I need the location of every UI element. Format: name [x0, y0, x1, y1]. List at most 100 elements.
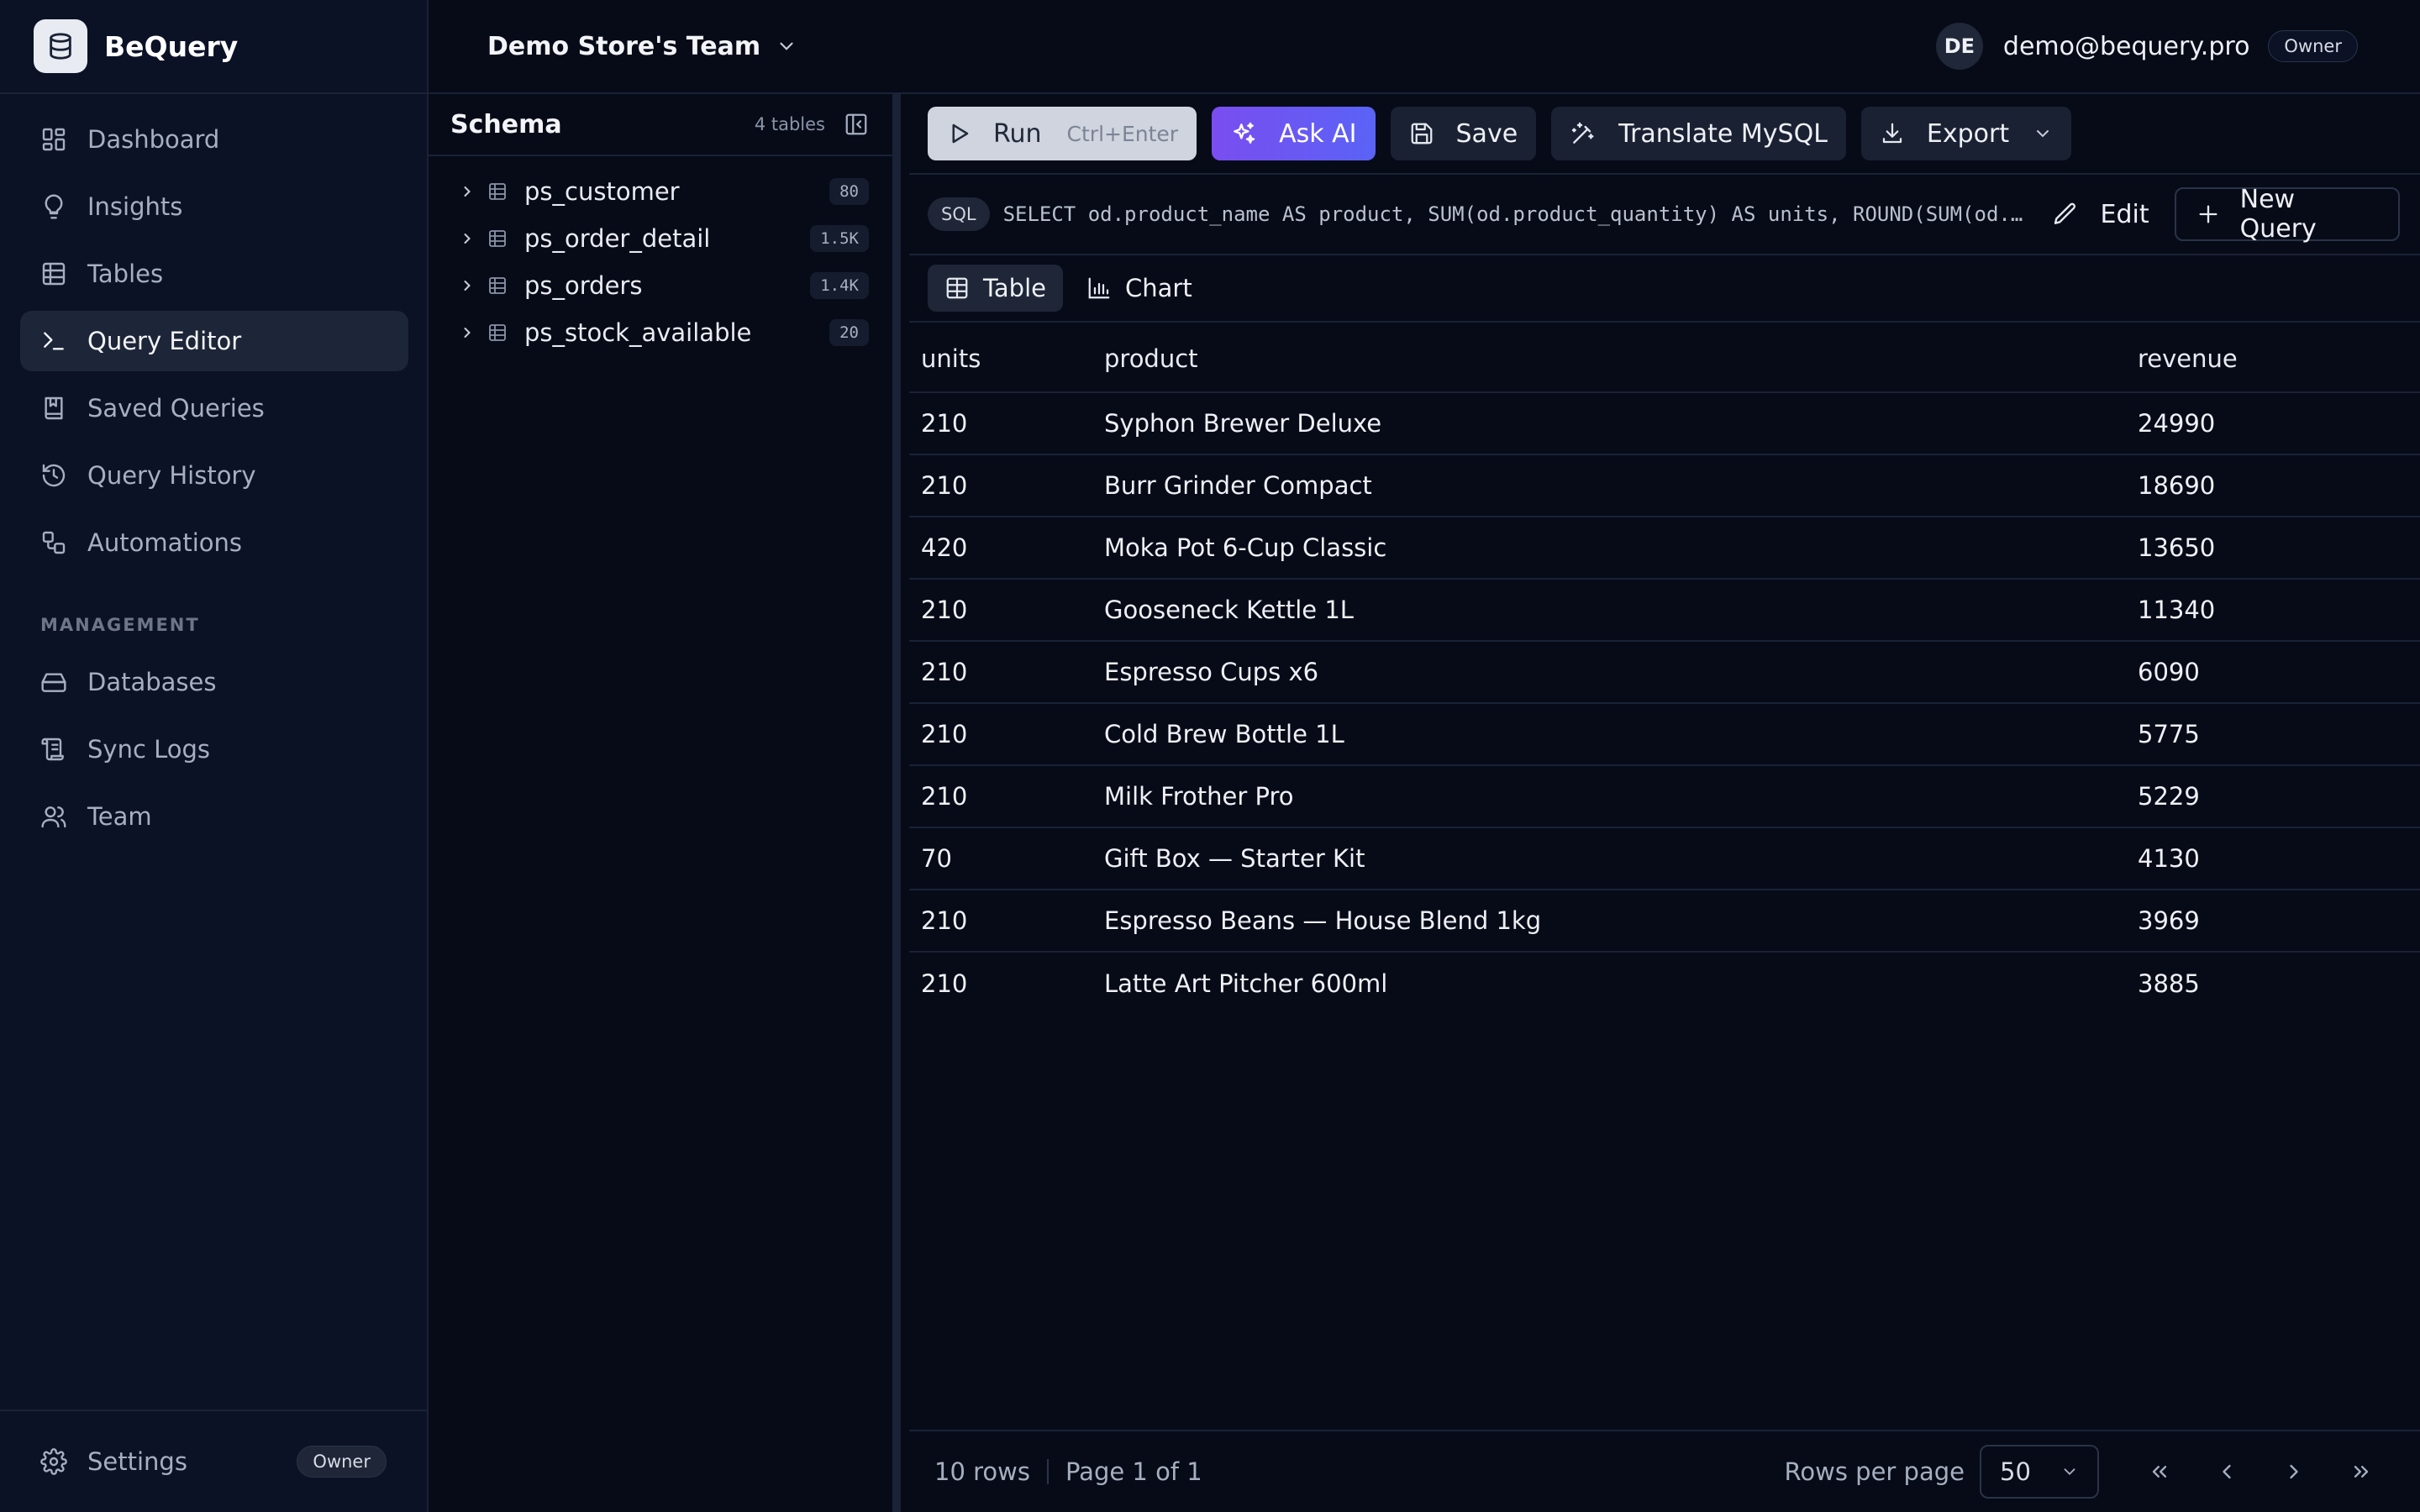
avatar: DE: [1935, 23, 1983, 70]
table-cell: 210: [921, 906, 968, 935]
users-icon: [40, 803, 67, 830]
divider: [1046, 1459, 1049, 1484]
page-info: Page 1 of 1: [1065, 1457, 1202, 1486]
schema-table-name: ps_orders: [524, 271, 643, 300]
bookmark-book-icon: [40, 395, 67, 422]
chevron-right-icon[interactable]: [459, 183, 476, 200]
nav-item-query-editor[interactable]: Query Editor: [20, 311, 408, 371]
save-button[interactable]: Save: [1390, 107, 1537, 160]
schema-table-name: ps_order_detail: [524, 224, 711, 253]
chevron-right-icon[interactable]: [459, 277, 476, 294]
table-cell: 6090: [2138, 658, 2200, 686]
table-cell: 13650: [2138, 533, 2216, 562]
role-badge: Owner: [2268, 30, 2358, 62]
table-row[interactable]: 70 Gift Box — Starter Kit 4130: [909, 828, 2420, 890]
schema-table-name: ps_stock_available: [524, 318, 752, 347]
translate-mysql-button[interactable]: Translate MySQL: [1551, 107, 1846, 160]
first-page-icon[interactable]: [2126, 1445, 2193, 1499]
schema-table-item[interactable]: ps_orders 1.4K: [429, 262, 892, 309]
results-footer: 10 rows Page 1 of 1 Rows per page 50: [909, 1430, 2420, 1512]
nav-item-insights[interactable]: Insights: [20, 176, 408, 237]
rows-per-page-select[interactable]: 50: [1980, 1445, 2099, 1499]
chevron-down-icon: [2033, 123, 2053, 144]
table-row[interactable]: 210 Burr Grinder Compact 18690: [909, 455, 2420, 517]
edit-query-button[interactable]: Edit: [2052, 200, 2149, 229]
tab-table[interactable]: Table: [928, 265, 1063, 312]
query-editor-main: Run Ctrl+Enter Ask AI Save Translate MyS…: [909, 94, 2420, 1512]
schema-table-item[interactable]: ps_order_detail 1.5K: [429, 215, 892, 262]
column-header[interactable]: units: [909, 344, 1104, 373]
pagination: [2126, 1445, 2395, 1499]
last-page-icon[interactable]: [2328, 1445, 2395, 1499]
sql-preview-text[interactable]: SELECT od.product_name AS product, SUM(o…: [1003, 202, 2028, 226]
nav-item-dashboard[interactable]: Dashboard: [20, 109, 408, 170]
nav-item-tables[interactable]: Tables: [20, 244, 408, 304]
table-cell: 210: [921, 720, 968, 748]
database-logo-icon: [34, 19, 87, 73]
top-bar: Demo Store's Team DE demo@bequery.pro Ow…: [429, 0, 2420, 94]
brand-name: BeQuery: [104, 29, 239, 63]
results-table: units product revenue 210 Syphon Brewer …: [909, 326, 2420, 1015]
export-button[interactable]: Export: [1860, 107, 2072, 160]
table-row[interactable]: 210 Milk Frother Pro 5229: [909, 766, 2420, 828]
nav-section-management: MANAGEMENT: [40, 615, 200, 635]
next-page-icon[interactable]: [2260, 1445, 2328, 1499]
bar-chart-icon: [1086, 276, 1112, 301]
new-query-label: New Query: [2239, 185, 2317, 244]
table-row[interactable]: 210 Espresso Beans — House Blend 1kg 396…: [909, 890, 2420, 953]
panel-collapse-icon[interactable]: [844, 112, 869, 137]
run-label: Run: [993, 118, 1042, 149]
nav-label: Databases: [87, 668, 217, 696]
table-cell: Latte Art Pitcher 600ml: [1104, 969, 1388, 998]
nav-label: Query History: [87, 461, 256, 490]
tab-label: Table: [983, 274, 1046, 302]
table-row[interactable]: 210 Espresso Cups x6 6090: [909, 642, 2420, 704]
table-row[interactable]: 210 Latte Art Pitcher 600ml 3885: [909, 953, 2420, 1015]
previous-page-icon[interactable]: [2193, 1445, 2260, 1499]
settings-label: Settings: [87, 1447, 187, 1476]
role-badge: Owner: [297, 1446, 387, 1478]
settings-link[interactable]: Settings Owner: [0, 1410, 427, 1512]
nav-item-query-history[interactable]: Query History: [20, 445, 408, 506]
schema-table-item[interactable]: ps_stock_available 20: [429, 309, 892, 356]
sql-preview-bar: SQL SELECT od.product_name AS product, S…: [909, 173, 2420, 255]
table-cell: 5229: [2138, 782, 2200, 811]
nav-item-automations[interactable]: Automations: [20, 512, 408, 573]
table-icon: [487, 276, 509, 296]
table-cell: Syphon Brewer Deluxe: [1104, 409, 1382, 438]
chevron-right-icon[interactable]: [459, 230, 476, 247]
table-row[interactable]: 420 Moka Pot 6-Cup Classic 13650: [909, 517, 2420, 580]
table-row[interactable]: 210 Syphon Brewer Deluxe 24990: [909, 393, 2420, 455]
nav-item-sync-logs[interactable]: Sync Logs: [20, 719, 408, 780]
run-button[interactable]: Run Ctrl+Enter: [928, 107, 1197, 160]
chevron-right-icon[interactable]: [459, 324, 476, 341]
nav-item-saved-queries[interactable]: Saved Queries: [20, 378, 408, 438]
user-menu[interactable]: DE demo@bequery.pro Owner: [1935, 23, 2358, 70]
nav-label: Sync Logs: [87, 735, 211, 764]
chevron-down-icon: [776, 35, 797, 57]
table-row[interactable]: 210 Gooseneck Kettle 1L 11340: [909, 580, 2420, 642]
save-icon: [1409, 121, 1434, 146]
table-cell: Gooseneck Kettle 1L: [1104, 596, 1354, 624]
schema-table-item[interactable]: ps_customer 80: [429, 168, 892, 215]
sidebar: BeQuery Dashboard Insights Tables Query …: [0, 0, 429, 1512]
row-count-badge: 20: [829, 319, 869, 346]
table-header-row: units product revenue: [909, 326, 2420, 393]
tab-label: Chart: [1125, 274, 1192, 302]
tab-chart[interactable]: Chart: [1070, 265, 1209, 312]
translate-label: Translate MySQL: [1618, 118, 1828, 149]
nav-label: Dashboard: [87, 125, 220, 154]
table-row[interactable]: 210 Cold Brew Bottle 1L 5775: [909, 704, 2420, 766]
brand[interactable]: BeQuery: [0, 0, 427, 94]
column-header[interactable]: product: [1104, 344, 2138, 373]
nav-item-team[interactable]: Team: [20, 786, 408, 847]
history-icon: [40, 462, 67, 489]
nav-item-databases[interactable]: Databases: [20, 652, 408, 712]
table-cell: 210: [921, 782, 968, 811]
team-switcher[interactable]: Demo Store's Team: [487, 32, 797, 61]
column-header[interactable]: revenue: [2138, 344, 2420, 373]
ask-ai-button[interactable]: Ask AI: [1212, 107, 1376, 160]
gear-icon: [40, 1448, 67, 1475]
table-cell: Moka Pot 6-Cup Classic: [1104, 533, 1387, 562]
new-query-button[interactable]: New Query: [2174, 185, 2400, 244]
